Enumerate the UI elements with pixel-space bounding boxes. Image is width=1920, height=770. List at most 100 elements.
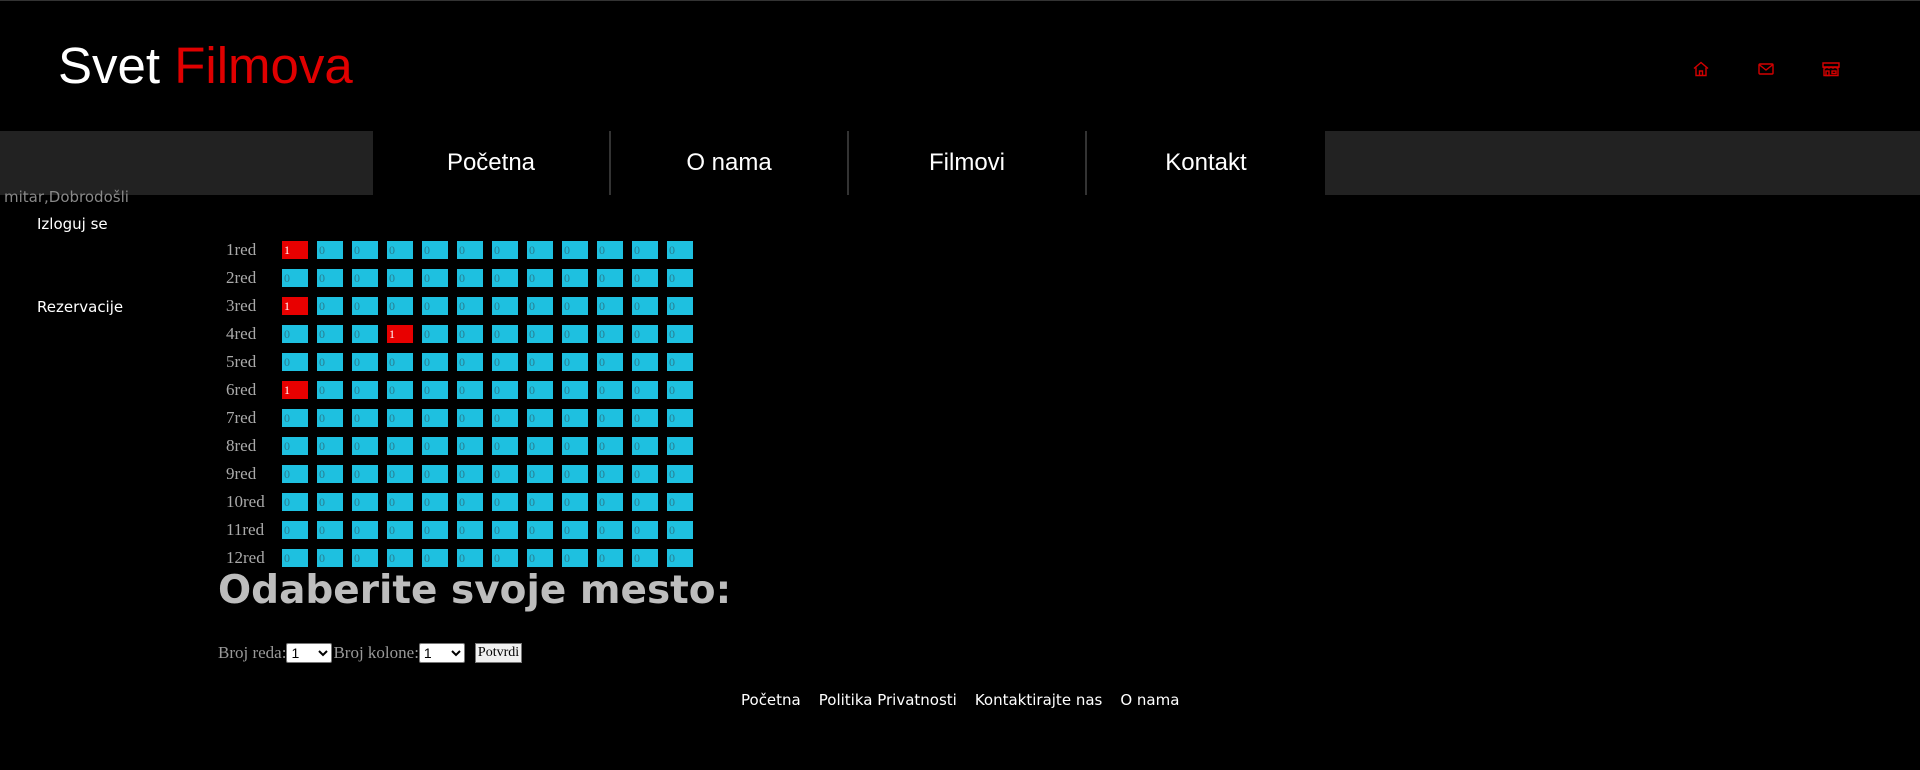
seat-free[interactable]: 0 xyxy=(352,521,378,539)
seat-free[interactable]: 0 xyxy=(527,493,553,511)
seat-free[interactable]: 0 xyxy=(387,437,413,455)
nav-item-kontakt[interactable]: Kontakt xyxy=(1087,131,1325,195)
seat-free[interactable]: 0 xyxy=(457,521,483,539)
seat-taken[interactable]: 1 xyxy=(387,325,413,343)
seat-free[interactable]: 0 xyxy=(492,493,518,511)
seat-taken[interactable]: 1 xyxy=(282,381,308,399)
seat-free[interactable]: 0 xyxy=(422,381,448,399)
seat-free[interactable]: 0 xyxy=(352,269,378,287)
seat-free[interactable]: 0 xyxy=(387,353,413,371)
seat-free[interactable]: 0 xyxy=(632,409,658,427)
seat-free[interactable]: 0 xyxy=(562,437,588,455)
seat-free[interactable]: 0 xyxy=(492,521,518,539)
seat-free[interactable]: 0 xyxy=(562,241,588,259)
seat-free[interactable]: 0 xyxy=(667,521,693,539)
seat-free[interactable]: 0 xyxy=(422,241,448,259)
seat-free[interactable]: 0 xyxy=(667,325,693,343)
seat-free[interactable]: 0 xyxy=(317,381,343,399)
site-logo[interactable]: Svet Filmova xyxy=(58,36,353,96)
seat-free[interactable]: 0 xyxy=(632,521,658,539)
seat-free[interactable]: 0 xyxy=(527,297,553,315)
seat-free[interactable]: 0 xyxy=(527,409,553,427)
seat-free[interactable]: 0 xyxy=(387,381,413,399)
seat-free[interactable]: 0 xyxy=(527,325,553,343)
seat-free[interactable]: 0 xyxy=(457,409,483,427)
footer-link-pocetna[interactable]: Početna xyxy=(741,691,801,709)
seat-free[interactable]: 0 xyxy=(562,269,588,287)
seat-free[interactable]: 0 xyxy=(387,521,413,539)
seat-free[interactable]: 0 xyxy=(317,437,343,455)
seat-free[interactable]: 0 xyxy=(422,465,448,483)
seat-free[interactable]: 0 xyxy=(597,521,623,539)
seat-free[interactable]: 0 xyxy=(492,409,518,427)
seat-free[interactable]: 0 xyxy=(562,465,588,483)
seat-free[interactable]: 0 xyxy=(597,493,623,511)
seat-free[interactable]: 0 xyxy=(667,493,693,511)
seat-free[interactable]: 0 xyxy=(527,465,553,483)
seat-free[interactable]: 0 xyxy=(317,269,343,287)
seat-free[interactable]: 0 xyxy=(597,325,623,343)
seat-free[interactable]: 0 xyxy=(457,381,483,399)
nav-item-o-nama[interactable]: O nama xyxy=(611,131,849,195)
seat-free[interactable]: 0 xyxy=(492,437,518,455)
seat-free[interactable]: 0 xyxy=(352,549,378,567)
seat-free[interactable]: 0 xyxy=(597,269,623,287)
seat-free[interactable]: 0 xyxy=(667,409,693,427)
seat-free[interactable]: 0 xyxy=(597,549,623,567)
seat-free[interactable]: 0 xyxy=(562,325,588,343)
seat-free[interactable]: 0 xyxy=(562,409,588,427)
seat-free[interactable]: 0 xyxy=(527,381,553,399)
seat-free[interactable]: 0 xyxy=(597,381,623,399)
seat-free[interactable]: 0 xyxy=(667,437,693,455)
seat-free[interactable]: 0 xyxy=(562,521,588,539)
seat-free[interactable]: 0 xyxy=(422,521,448,539)
seat-free[interactable]: 0 xyxy=(317,465,343,483)
seat-free[interactable]: 0 xyxy=(562,353,588,371)
seat-free[interactable]: 0 xyxy=(597,465,623,483)
seat-free[interactable]: 0 xyxy=(387,269,413,287)
seat-free[interactable]: 0 xyxy=(422,353,448,371)
seat-free[interactable]: 0 xyxy=(667,381,693,399)
seat-free[interactable]: 0 xyxy=(457,297,483,315)
store-icon[interactable] xyxy=(1820,58,1842,80)
seat-free[interactable]: 0 xyxy=(667,241,693,259)
seat-free[interactable]: 0 xyxy=(492,269,518,287)
seat-free[interactable]: 0 xyxy=(352,297,378,315)
seat-free[interactable]: 0 xyxy=(387,241,413,259)
seat-free[interactable]: 0 xyxy=(562,493,588,511)
seat-free[interactable]: 0 xyxy=(527,549,553,567)
seat-free[interactable]: 0 xyxy=(422,325,448,343)
seat-free[interactable]: 0 xyxy=(562,297,588,315)
seat-free[interactable]: 0 xyxy=(562,549,588,567)
seat-free[interactable]: 0 xyxy=(282,409,308,427)
seat-free[interactable]: 0 xyxy=(632,353,658,371)
seat-taken[interactable]: 1 xyxy=(282,297,308,315)
seat-free[interactable]: 0 xyxy=(282,549,308,567)
seat-free[interactable]: 0 xyxy=(352,381,378,399)
mail-icon[interactable] xyxy=(1755,58,1777,80)
seat-free[interactable]: 0 xyxy=(282,493,308,511)
column-number-select[interactable]: 1 xyxy=(418,643,465,663)
seat-free[interactable]: 0 xyxy=(317,549,343,567)
seat-free[interactable]: 0 xyxy=(632,269,658,287)
seat-free[interactable]: 0 xyxy=(282,269,308,287)
seat-free[interactable]: 0 xyxy=(387,297,413,315)
seat-free[interactable]: 0 xyxy=(457,465,483,483)
seat-free[interactable]: 0 xyxy=(667,549,693,567)
seat-free[interactable]: 0 xyxy=(492,297,518,315)
seat-free[interactable]: 0 xyxy=(457,269,483,287)
footer-link-about[interactable]: O nama xyxy=(1120,691,1179,709)
seat-free[interactable]: 0 xyxy=(282,437,308,455)
seat-free[interactable]: 0 xyxy=(527,353,553,371)
seat-free[interactable]: 0 xyxy=(492,465,518,483)
seat-free[interactable]: 0 xyxy=(317,409,343,427)
seat-free[interactable]: 0 xyxy=(282,521,308,539)
seat-free[interactable]: 0 xyxy=(352,465,378,483)
seat-free[interactable]: 0 xyxy=(597,409,623,427)
seat-free[interactable]: 0 xyxy=(317,353,343,371)
seat-free[interactable]: 0 xyxy=(597,437,623,455)
seat-free[interactable]: 0 xyxy=(457,241,483,259)
seat-free[interactable]: 0 xyxy=(667,353,693,371)
seat-free[interactable]: 0 xyxy=(492,381,518,399)
seat-free[interactable]: 0 xyxy=(352,353,378,371)
